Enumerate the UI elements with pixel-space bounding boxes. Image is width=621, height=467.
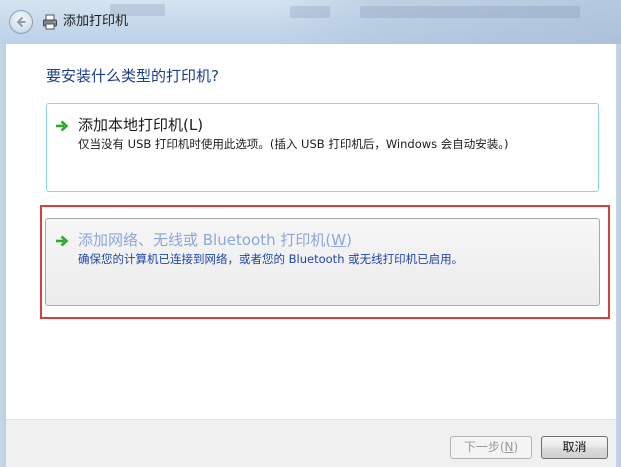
- page-title: 要安装什么类型的打印机?: [46, 67, 219, 85]
- cancel-button[interactable]: 取消: [541, 436, 608, 459]
- title-bar: 添加打印机: [0, 0, 621, 44]
- back-arrow-icon: [16, 16, 26, 28]
- printer-icon: [43, 14, 57, 30]
- option-title: 添加网络、无线或 Bluetooth 打印机(W): [78, 231, 352, 249]
- glass-blur-block: [360, 6, 580, 18]
- next-button[interactable]: 下一步(N): [450, 436, 532, 459]
- option-description: 确保您的计算机已连接到网络，或者您的 Bluetooth 或无线打印机已启用。: [78, 252, 464, 266]
- add-network-printer-option[interactable]: 添加网络、无线或 Bluetooth 打印机(W) 确保您的计算机已连接到网络，…: [45, 218, 600, 306]
- back-button[interactable]: [9, 10, 33, 34]
- glass-blur-block: [290, 6, 330, 18]
- add-local-printer-option[interactable]: 添加本地打印机(L) 仅当没有 USB 打印机时使用此选项。(插入 USB 打印…: [46, 103, 599, 192]
- option-title: 添加本地打印机(L): [78, 116, 204, 134]
- window-title: 添加打印机: [63, 14, 129, 29]
- green-arrow-icon: [56, 235, 69, 247]
- green-arrow-icon: [56, 120, 69, 132]
- wizard-content: 要安装什么类型的打印机? 添加本地打印机(L) 仅当没有 USB 打印机时使用此…: [6, 44, 616, 419]
- option-description: 仅当没有 USB 打印机时使用此选项。(插入 USB 打印机后，Windows …: [78, 137, 509, 151]
